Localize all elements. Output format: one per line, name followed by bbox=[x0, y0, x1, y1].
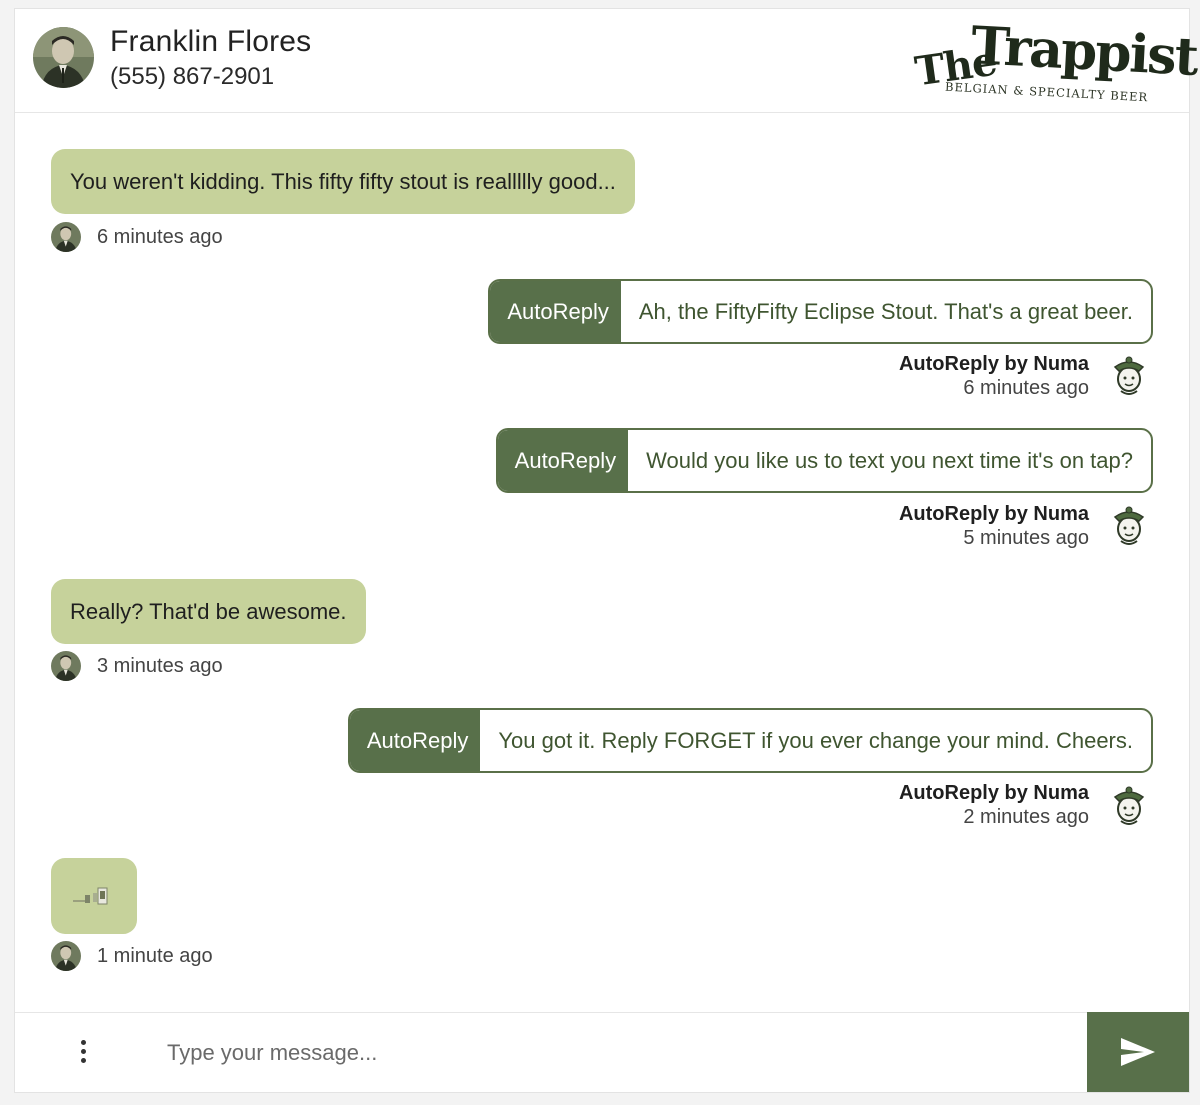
autoreply-meta: AutoReply by Numa 2 minutes ago bbox=[899, 781, 1089, 829]
autoreply-message: AutoReply Ah, the FiftyFifty Eclipse Sto… bbox=[488, 279, 1153, 344]
message-composer bbox=[15, 1012, 1189, 1092]
autoreply-tag: AutoReply bbox=[349, 710, 481, 771]
message-timestamp: 2 minutes ago bbox=[963, 806, 1089, 828]
contact-name: Franklin Flores bbox=[110, 25, 312, 58]
contact-avatar-small bbox=[51, 941, 81, 971]
more-vertical-icon[interactable] bbox=[71, 1031, 95, 1071]
incoming-message-meta: 1 minute ago bbox=[51, 940, 213, 972]
incoming-image-message[interactable] bbox=[51, 858, 137, 934]
chat-window: Franklin Flores (555) 867-2901 The Trapp… bbox=[14, 8, 1198, 1093]
autoreply-tag: AutoReply bbox=[497, 430, 629, 491]
incoming-message: You weren't kidding. This fifty fifty st… bbox=[51, 149, 635, 214]
autoreply-author: AutoReply by Numa bbox=[898, 503, 1089, 525]
contact-avatar-small bbox=[51, 651, 81, 681]
autoreply-meta: AutoReply by Numa 5 minutes ago bbox=[899, 502, 1089, 550]
incoming-message: Really? That'd be awesome. bbox=[51, 579, 366, 644]
message-input[interactable] bbox=[165, 1029, 1069, 1077]
send-icon bbox=[1121, 1038, 1155, 1066]
autoreply-message: AutoReply Would you like us to text you … bbox=[495, 428, 1153, 493]
incoming-message-meta: 3 minutes ago bbox=[51, 650, 223, 682]
autoreply-text: Ah, the FiftyFifty Eclipse Stout. That's… bbox=[638, 298, 1133, 324]
message-timestamp: 6 minutes ago bbox=[97, 225, 223, 248]
brand-logo: The Trappist BELGIAN & SPECIALTY BEER bbox=[912, 15, 1198, 107]
beer-photo-thumbnail-icon bbox=[73, 887, 108, 905]
autoreply-message: AutoReply You got it. Reply FORGET if yo… bbox=[347, 708, 1153, 773]
message-timestamp: 6 minutes ago bbox=[963, 377, 1089, 399]
numa-avatar-icon bbox=[1113, 356, 1145, 395]
contact-avatar-small bbox=[51, 222, 81, 252]
incoming-message-meta: 6 minutes ago bbox=[51, 221, 223, 253]
autoreply-author: AutoReply by Numa bbox=[898, 353, 1089, 375]
autoreply-tag: AutoReply bbox=[490, 281, 621, 342]
autoreply-author: AutoReply by Numa bbox=[898, 782, 1089, 804]
numa-avatar-icon bbox=[1113, 786, 1145, 825]
numa-avatar-icon bbox=[1113, 506, 1145, 545]
autoreply-meta: AutoReply by Numa 6 minutes ago bbox=[899, 352, 1089, 400]
message-timestamp: 5 minutes ago bbox=[963, 527, 1089, 549]
message-timestamp: 3 minutes ago bbox=[97, 654, 223, 677]
autoreply-text: You got it. Reply FORGET if you ever cha… bbox=[498, 727, 1133, 753]
brand-logo-name: Trappist bbox=[969, 15, 1199, 88]
contact-phone: (555) 867-2901 bbox=[110, 63, 275, 90]
autoreply-text: Would you like us to text you next time … bbox=[646, 447, 1133, 473]
message-timestamp: 1 minute ago bbox=[97, 944, 213, 967]
chat-header: Franklin Flores (555) 867-2901 The Trapp… bbox=[15, 9, 1198, 113]
contact-avatar[interactable] bbox=[33, 27, 94, 88]
send-button[interactable] bbox=[1087, 1012, 1189, 1092]
